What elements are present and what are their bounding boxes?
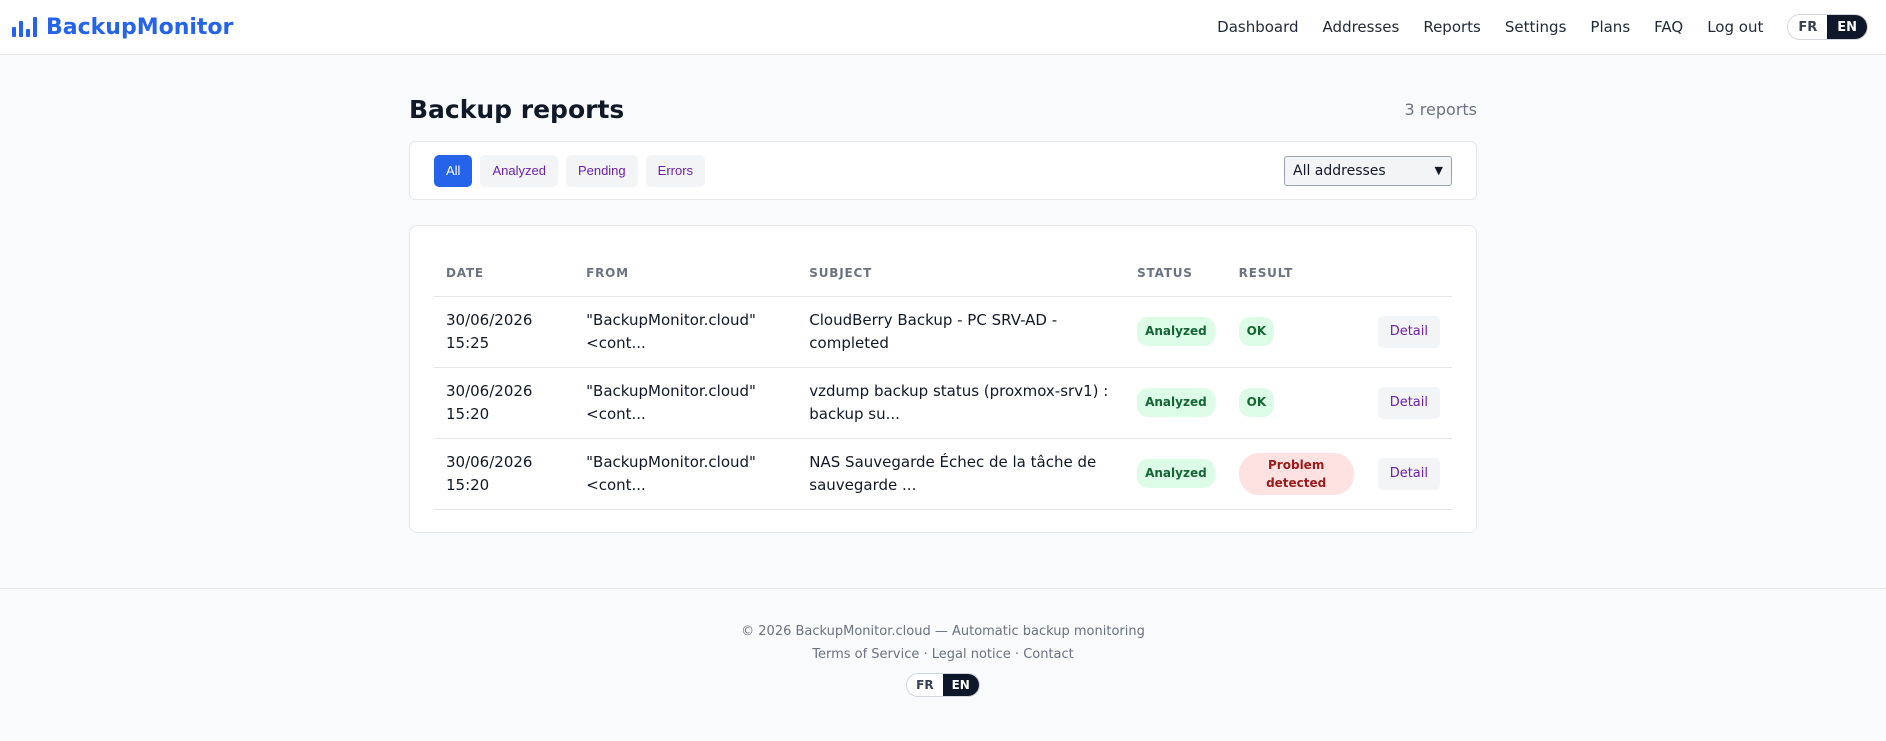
bar-chart-icon: [12, 17, 37, 37]
filter-pending-button[interactable]: Pending: [565, 154, 638, 187]
detail-button[interactable]: Detail: [1377, 315, 1440, 348]
header-from: FROM: [574, 250, 798, 297]
footer-lang-fr-button[interactable]: FR: [907, 674, 943, 696]
filter-all-button[interactable]: All: [434, 154, 473, 187]
cell-date: 30/06/2026 15:25: [434, 296, 575, 368]
cell-status: Analyzed: [1125, 438, 1227, 510]
result-badge: OK: [1238, 317, 1275, 346]
footer-separator: ·: [1010, 647, 1024, 662]
nav-reports[interactable]: Reports: [1423, 18, 1481, 36]
terms-link[interactable]: Terms of Service: [812, 647, 919, 662]
chevron-down-icon: ▼: [1434, 164, 1443, 177]
header-status: STATUS: [1125, 250, 1227, 297]
legal-link[interactable]: Legal notice: [932, 647, 1011, 662]
nav-settings[interactable]: Settings: [1505, 18, 1567, 36]
cell-date: 30/06/2026 15:20: [434, 367, 575, 439]
lang-en-button[interactable]: EN: [1827, 15, 1867, 39]
table-row: 30/06/2026 15:25 "BackupMonitor.cloud" <c…: [434, 296, 1452, 368]
page-title: Backup reports: [409, 94, 625, 124]
cell-subject: CloudBerry Backup - PC SRV-AD - complete…: [797, 296, 1126, 368]
footer-links: Terms of Service · Legal notice · Contac…: [0, 647, 1886, 662]
nav-addresses[interactable]: Addresses: [1323, 18, 1400, 36]
main-content: Backup reports 3 reports All Analyzed Pe…: [409, 55, 1477, 533]
main-nav: Dashboard Addresses Reports Settings Pla…: [1217, 18, 1763, 36]
title-row: Backup reports 3 reports: [409, 91, 1477, 127]
nav-dashboard[interactable]: Dashboard: [1217, 18, 1298, 36]
cell-from: "BackupMonitor.cloud" <cont...: [574, 367, 798, 439]
top-navigation-bar: BackupMonitor Dashboard Addresses Report…: [0, 0, 1886, 55]
from-name: "BackupMonitor.cloud": [586, 452, 756, 471]
cell-result: Problem detected: [1226, 438, 1366, 510]
nav-faq[interactable]: FAQ: [1654, 18, 1683, 36]
report-count: 3 reports: [1404, 99, 1477, 119]
status-badge: Analyzed: [1137, 317, 1215, 346]
nav-logout[interactable]: Log out: [1707, 18, 1763, 36]
brand-name: BackupMonitor: [46, 14, 234, 40]
header-subject: SUBJECT: [797, 250, 1126, 297]
from-name: "BackupMonitor.cloud": [586, 381, 756, 400]
result-badge: Problem detected: [1238, 452, 1354, 495]
reports-table-card: DATE FROM SUBJECT STATUS RESULT 30/06/20…: [409, 225, 1477, 533]
detail-button[interactable]: Detail: [1377, 386, 1440, 419]
footer: © 2026 BackupMonitor.cloud — Automatic b…: [0, 588, 1886, 741]
cell-from: "BackupMonitor.cloud" <cont...: [574, 438, 798, 510]
status-badge: Analyzed: [1137, 459, 1215, 488]
cell-subject: NAS Sauvegarde Échec de la tâche de sauve…: [797, 438, 1126, 510]
from-address: <cont...: [586, 404, 646, 423]
reports-table: DATE FROM SUBJECT STATUS RESULT 30/06/20…: [434, 250, 1452, 510]
cell-action: Detail: [1365, 438, 1452, 510]
cell-subject: vzdump backup status (proxmox-srv1) : bac…: [797, 367, 1126, 439]
cell-from: "BackupMonitor.cloud" <cont...: [574, 296, 798, 368]
from-address: <cont...: [586, 333, 646, 352]
lang-fr-button[interactable]: FR: [1788, 15, 1828, 39]
header-result: RESULT: [1226, 250, 1366, 297]
detail-button[interactable]: Detail: [1377, 457, 1440, 490]
subject-line-1: CloudBerry Backup - PC SRV-AD - complete…: [809, 310, 1058, 352]
filter-analyzed-button[interactable]: Analyzed: [480, 154, 558, 187]
header-actions: [1365, 250, 1452, 297]
from-address: <cont...: [586, 475, 646, 494]
filter-bar: All Analyzed Pending Errors All addresse…: [409, 141, 1477, 200]
subject-line-2: sauvegarde ...: [809, 475, 917, 494]
filter-errors-button[interactable]: Errors: [645, 154, 706, 187]
footer-lang-en-button[interactable]: EN: [942, 674, 979, 696]
subject-line-1: NAS Sauvegarde Échec de la tâche de: [809, 452, 1097, 471]
cell-date: 30/06/2026 15:20: [434, 438, 575, 510]
subject-line-1: vzdump backup status (proxmox-srv1) :: [809, 381, 1109, 400]
address-select-value: All addresses: [1293, 162, 1386, 179]
cell-status: Analyzed: [1125, 367, 1227, 439]
cell-result: OK: [1226, 367, 1366, 439]
nav-plans[interactable]: Plans: [1590, 18, 1630, 36]
footer-language-switch: FR EN: [906, 673, 980, 697]
footer-separator: ·: [919, 647, 932, 662]
address-select[interactable]: All addresses ▼: [1284, 155, 1452, 186]
cell-status: Analyzed: [1125, 296, 1227, 368]
from-name: "BackupMonitor.cloud": [586, 310, 756, 329]
status-badge: Analyzed: [1137, 388, 1215, 417]
header-date: DATE: [434, 250, 575, 297]
brand-logo[interactable]: BackupMonitor: [12, 15, 233, 40]
status-filters: All Analyzed Pending Errors: [434, 154, 706, 187]
cell-action: Detail: [1365, 367, 1452, 439]
language-switch: FR EN: [1787, 14, 1868, 40]
table-row: 30/06/2026 15:20 "BackupMonitor.cloud" <c…: [434, 367, 1452, 439]
contact-link[interactable]: Contact: [1023, 647, 1074, 662]
result-badge: OK: [1238, 388, 1275, 417]
table-header-row: DATE FROM SUBJECT STATUS RESULT: [434, 250, 1452, 297]
cell-action: Detail: [1365, 296, 1452, 368]
subject-line-2: backup su...: [809, 404, 900, 423]
cell-result: OK: [1226, 296, 1366, 368]
footer-copyright: © 2026 BackupMonitor.cloud — Automatic b…: [741, 624, 1145, 639]
table-row: 30/06/2026 15:20 "BackupMonitor.cloud" <c…: [434, 438, 1452, 510]
